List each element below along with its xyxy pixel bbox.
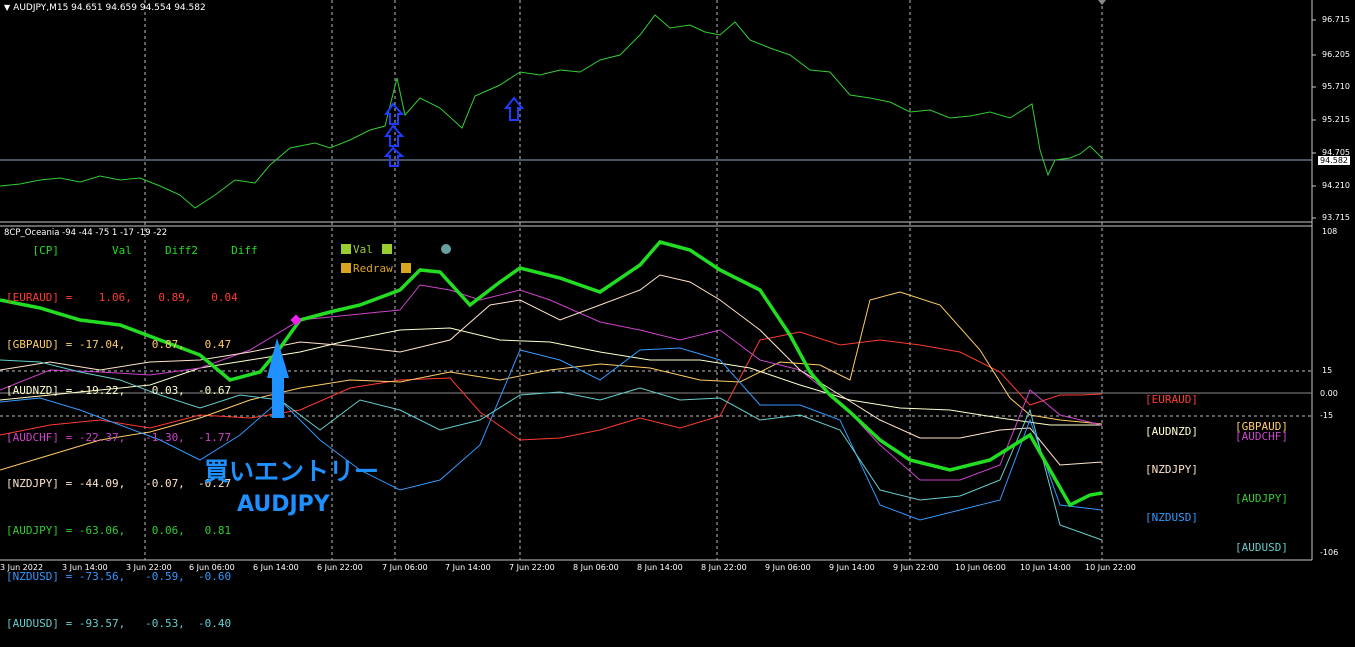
time-axis-label: 8 Jun 14:00 xyxy=(637,563,683,572)
legend-val-swatch xyxy=(341,244,351,254)
legend-redraw-swatch xyxy=(341,263,351,273)
right-label-audnzd: [AUDNZD] xyxy=(1145,425,1198,438)
chevron-down-icon[interactable]: ▼ xyxy=(4,3,10,12)
table-row: [AUDUSD] = -93.57, -0.53, -0.40 xyxy=(6,616,232,630)
right-label-audjpy: [AUDJPY] xyxy=(1235,492,1288,505)
table-row: [GBPAUD] = -17.04, 0.87, 0.47 xyxy=(6,337,232,351)
table-row: [AUDCHF] = -22.37, -1.30, -1.77 xyxy=(6,430,232,444)
indicator-title: 8CP_Oceania -94 -44 -75 1 -17 -19 -22 xyxy=(4,228,168,238)
time-axis-label: 3 Jun 22:00 xyxy=(126,563,172,572)
time-axis-label: 3 Jun 14:00 xyxy=(62,563,108,572)
table-row: [EURAUD] = 1.06, 0.89, 0.04 xyxy=(6,291,238,304)
indicator-axis-label: -106 xyxy=(1320,548,1339,557)
chart-title: ▼ AUDJPY,M15 94.651 94.659 94.554 94.582 xyxy=(4,3,206,13)
chart-title-text: AUDJPY,M15 94.651 94.659 94.554 94.582 xyxy=(13,3,206,13)
time-axis-label: 10 Jun 22:00 xyxy=(1085,563,1136,572)
price-axis-label: 95.215 xyxy=(1322,115,1350,124)
price-axis-label: 93.715 xyxy=(1322,213,1350,222)
time-axis-label: 7 Jun 22:00 xyxy=(509,563,555,572)
indicator-axis-label: 0.00 xyxy=(1320,389,1338,398)
price-axis-label: 96.715 xyxy=(1322,15,1350,24)
time-axis-label: 8 Jun 22:00 xyxy=(701,563,747,572)
time-axis-label: 8 Jun 06:00 xyxy=(573,563,619,572)
indicator-axis-label: 108 xyxy=(1322,227,1338,236)
time-axis-label: 6 Jun 14:00 xyxy=(253,563,299,572)
audjpy-price-line xyxy=(0,14,1103,209)
legend-redraw: Redraw xyxy=(341,262,413,275)
table-row: [AUDNZD] = -19.22, 0.03, -0.67 xyxy=(6,384,232,397)
indicator-axis-label: 15 xyxy=(1322,366,1333,375)
redraw-marker-magenta xyxy=(290,314,302,326)
time-axis-label: 9 Jun 14:00 xyxy=(829,563,875,572)
price-axis-label: 96.205 xyxy=(1322,50,1350,59)
indicator-table-header: [CP] Val Diff2 Diff xyxy=(6,244,258,257)
entry-annotation-title: 買いエントリー xyxy=(204,457,380,486)
time-axis-label: 3 Jun 2022 xyxy=(0,563,44,572)
right-label-euraud: [EURAUD] xyxy=(1145,393,1198,406)
legend-val-swatch-2 xyxy=(381,244,392,254)
right-label-nzdusd: [NZDUSD] xyxy=(1145,511,1198,524)
entry-annotation-symbol: AUDJPY xyxy=(237,492,330,517)
current-price-tag: 94.582 xyxy=(1318,156,1350,165)
time-axis-label: 6 Jun 06:00 xyxy=(189,563,235,572)
time-axis-label: 10 Jun 06:00 xyxy=(955,563,1006,572)
time-axis-label: 7 Jun 14:00 xyxy=(445,563,491,572)
legend-redraw-swatch-2 xyxy=(401,263,412,273)
price-axis-label: 94.210 xyxy=(1322,181,1350,190)
time-axis-label: 7 Jun 06:00 xyxy=(382,563,428,572)
table-row: [AUDJPY] = -63.06, 0.06, 0.81 xyxy=(6,523,232,537)
right-label-audchf: [AUDCHF] xyxy=(1235,430,1288,443)
time-axis-label: 6 Jun 22:00 xyxy=(317,563,363,572)
status-circle xyxy=(441,244,451,254)
buy-signal-arrows xyxy=(383,96,525,167)
price-axis-label: 95.710 xyxy=(1322,82,1350,91)
time-axis-label: 9 Jun 22:00 xyxy=(893,563,939,572)
cursor-marker xyxy=(1098,0,1106,5)
legend-val: Val xyxy=(341,243,394,256)
time-axis-label: 10 Jun 14:00 xyxy=(1020,563,1071,572)
right-label-nzdjpy: [NZDJPY] xyxy=(1145,463,1198,476)
price-axis-ticks xyxy=(1312,19,1316,219)
indicator-axis-label: -15 xyxy=(1320,411,1334,420)
time-axis-label: 9 Jun 06:00 xyxy=(765,563,811,572)
right-label-audusd: [AUDUSD] xyxy=(1235,541,1288,554)
